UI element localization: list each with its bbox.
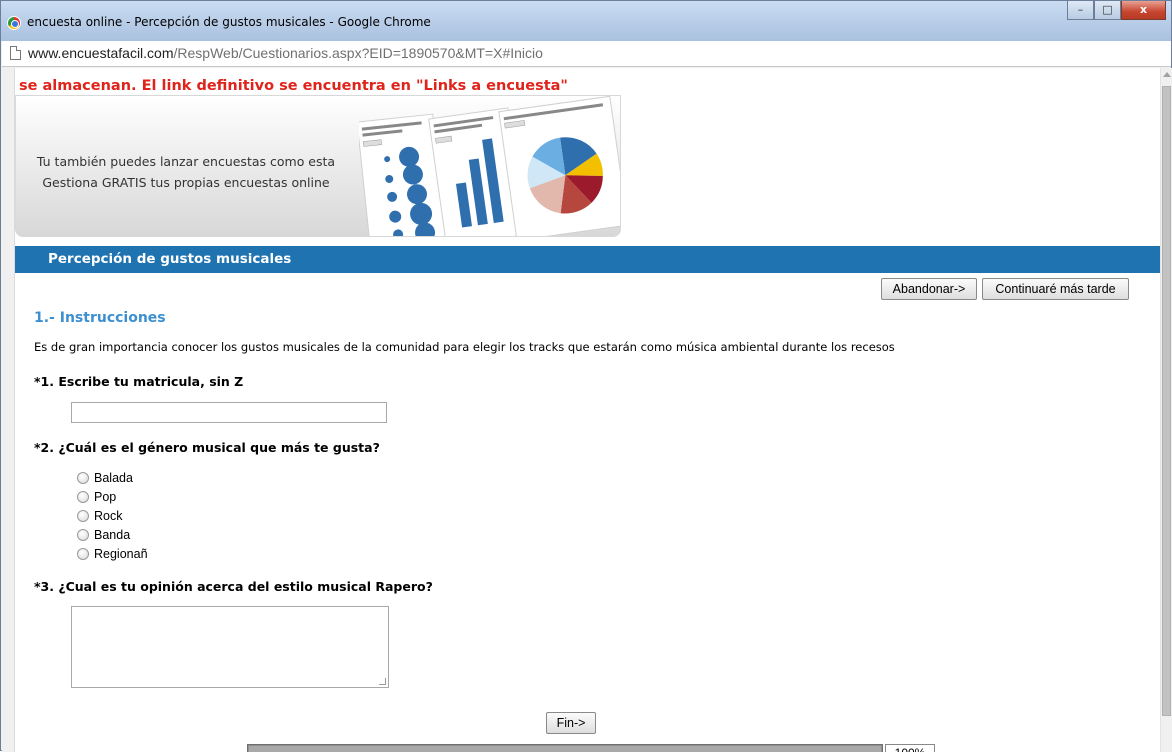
browser-window: encuesta online - Percepción de gustos m… xyxy=(0,0,1172,752)
radio-button[interactable] xyxy=(77,471,89,484)
option-label: Balada xyxy=(94,470,133,485)
opinion-textarea[interactable] xyxy=(71,606,389,688)
genre-options: Balada Pop Rock Banda Regionañ xyxy=(77,468,148,563)
radio-option[interactable]: Banda xyxy=(77,525,148,544)
option-label: Pop xyxy=(94,489,117,504)
radio-button[interactable] xyxy=(77,528,89,541)
radio-option[interactable]: Rock xyxy=(77,506,148,525)
minimize-button[interactable]: – xyxy=(1067,1,1094,20)
radio-option[interactable]: Pop xyxy=(77,487,148,506)
continue-later-button[interactable]: Continuaré más tarde xyxy=(982,278,1129,300)
option-label: Rock xyxy=(94,508,123,523)
radio-option[interactable]: Regionañ xyxy=(77,544,148,563)
scroll-up-arrow-icon[interactable] xyxy=(1163,72,1171,77)
preview-warning: se almacenan. El link definitivo se encu… xyxy=(19,78,568,94)
radio-button[interactable] xyxy=(77,547,89,560)
window-title: encuesta online - Percepción de gustos m… xyxy=(27,15,431,29)
progress-fill xyxy=(249,746,881,752)
close-button[interactable]: x xyxy=(1121,1,1166,20)
window-controls: – □ x xyxy=(1067,1,1166,21)
finish-button[interactable]: Fin-> xyxy=(546,712,596,734)
address-bar[interactable]: www.encuestafacil.com/RespWeb/Cuestionar… xyxy=(2,41,1171,67)
vertical-scrollbar[interactable] xyxy=(1160,68,1172,752)
title-bar[interactable]: encuesta online - Percepción de gustos m… xyxy=(1,1,1171,41)
survey-title-bar: Percepción de gustos musicales xyxy=(15,246,1160,273)
radio-button[interactable] xyxy=(77,490,89,503)
abandon-button[interactable]: Abandonar-> xyxy=(881,278,977,300)
question-1-label: *1. Escribe tu matricula, sin Z xyxy=(34,374,244,389)
promo-charts-image xyxy=(359,96,620,236)
promo-line-1: Tu también puedes lanzar encuestas como … xyxy=(36,154,336,169)
promo-line-2: Gestiona GRATIS tus propias encuestas on… xyxy=(42,175,330,190)
page-icon xyxy=(10,46,21,60)
page-content: se almacenan. El link definitivo se encu… xyxy=(15,68,1160,752)
url-text[interactable]: www.encuestafacil.com/RespWeb/Cuestionar… xyxy=(28,45,543,61)
option-label: Banda xyxy=(94,527,131,542)
scroll-thumb[interactable] xyxy=(1162,86,1171,716)
question-3-label: *3. ¿Cual es tu opinión acerca del estil… xyxy=(34,579,433,594)
question-2-label: *2. ¿Cuál es el género musical que más t… xyxy=(34,440,380,455)
section-title: 1.- Instrucciones xyxy=(34,310,166,326)
maximize-button[interactable]: □ xyxy=(1094,1,1121,20)
promo-banner[interactable]: Tu también puedes lanzar encuestas como … xyxy=(15,95,621,237)
matricula-input[interactable] xyxy=(71,402,387,423)
radio-button[interactable] xyxy=(77,509,89,522)
left-frame xyxy=(2,68,15,752)
survey-title: Percepción de gustos musicales xyxy=(48,251,292,267)
option-label: Regionañ xyxy=(94,546,148,561)
url-domain: www.encuestafacil.com xyxy=(28,45,174,61)
chrome-icon xyxy=(7,16,21,30)
instructions-text: Es de gran importancia conocer los gusto… xyxy=(34,340,895,354)
radio-option[interactable]: Balada xyxy=(77,468,148,487)
url-path: /RespWeb/Cuestionarios.aspx?EID=1890570&… xyxy=(173,45,543,61)
